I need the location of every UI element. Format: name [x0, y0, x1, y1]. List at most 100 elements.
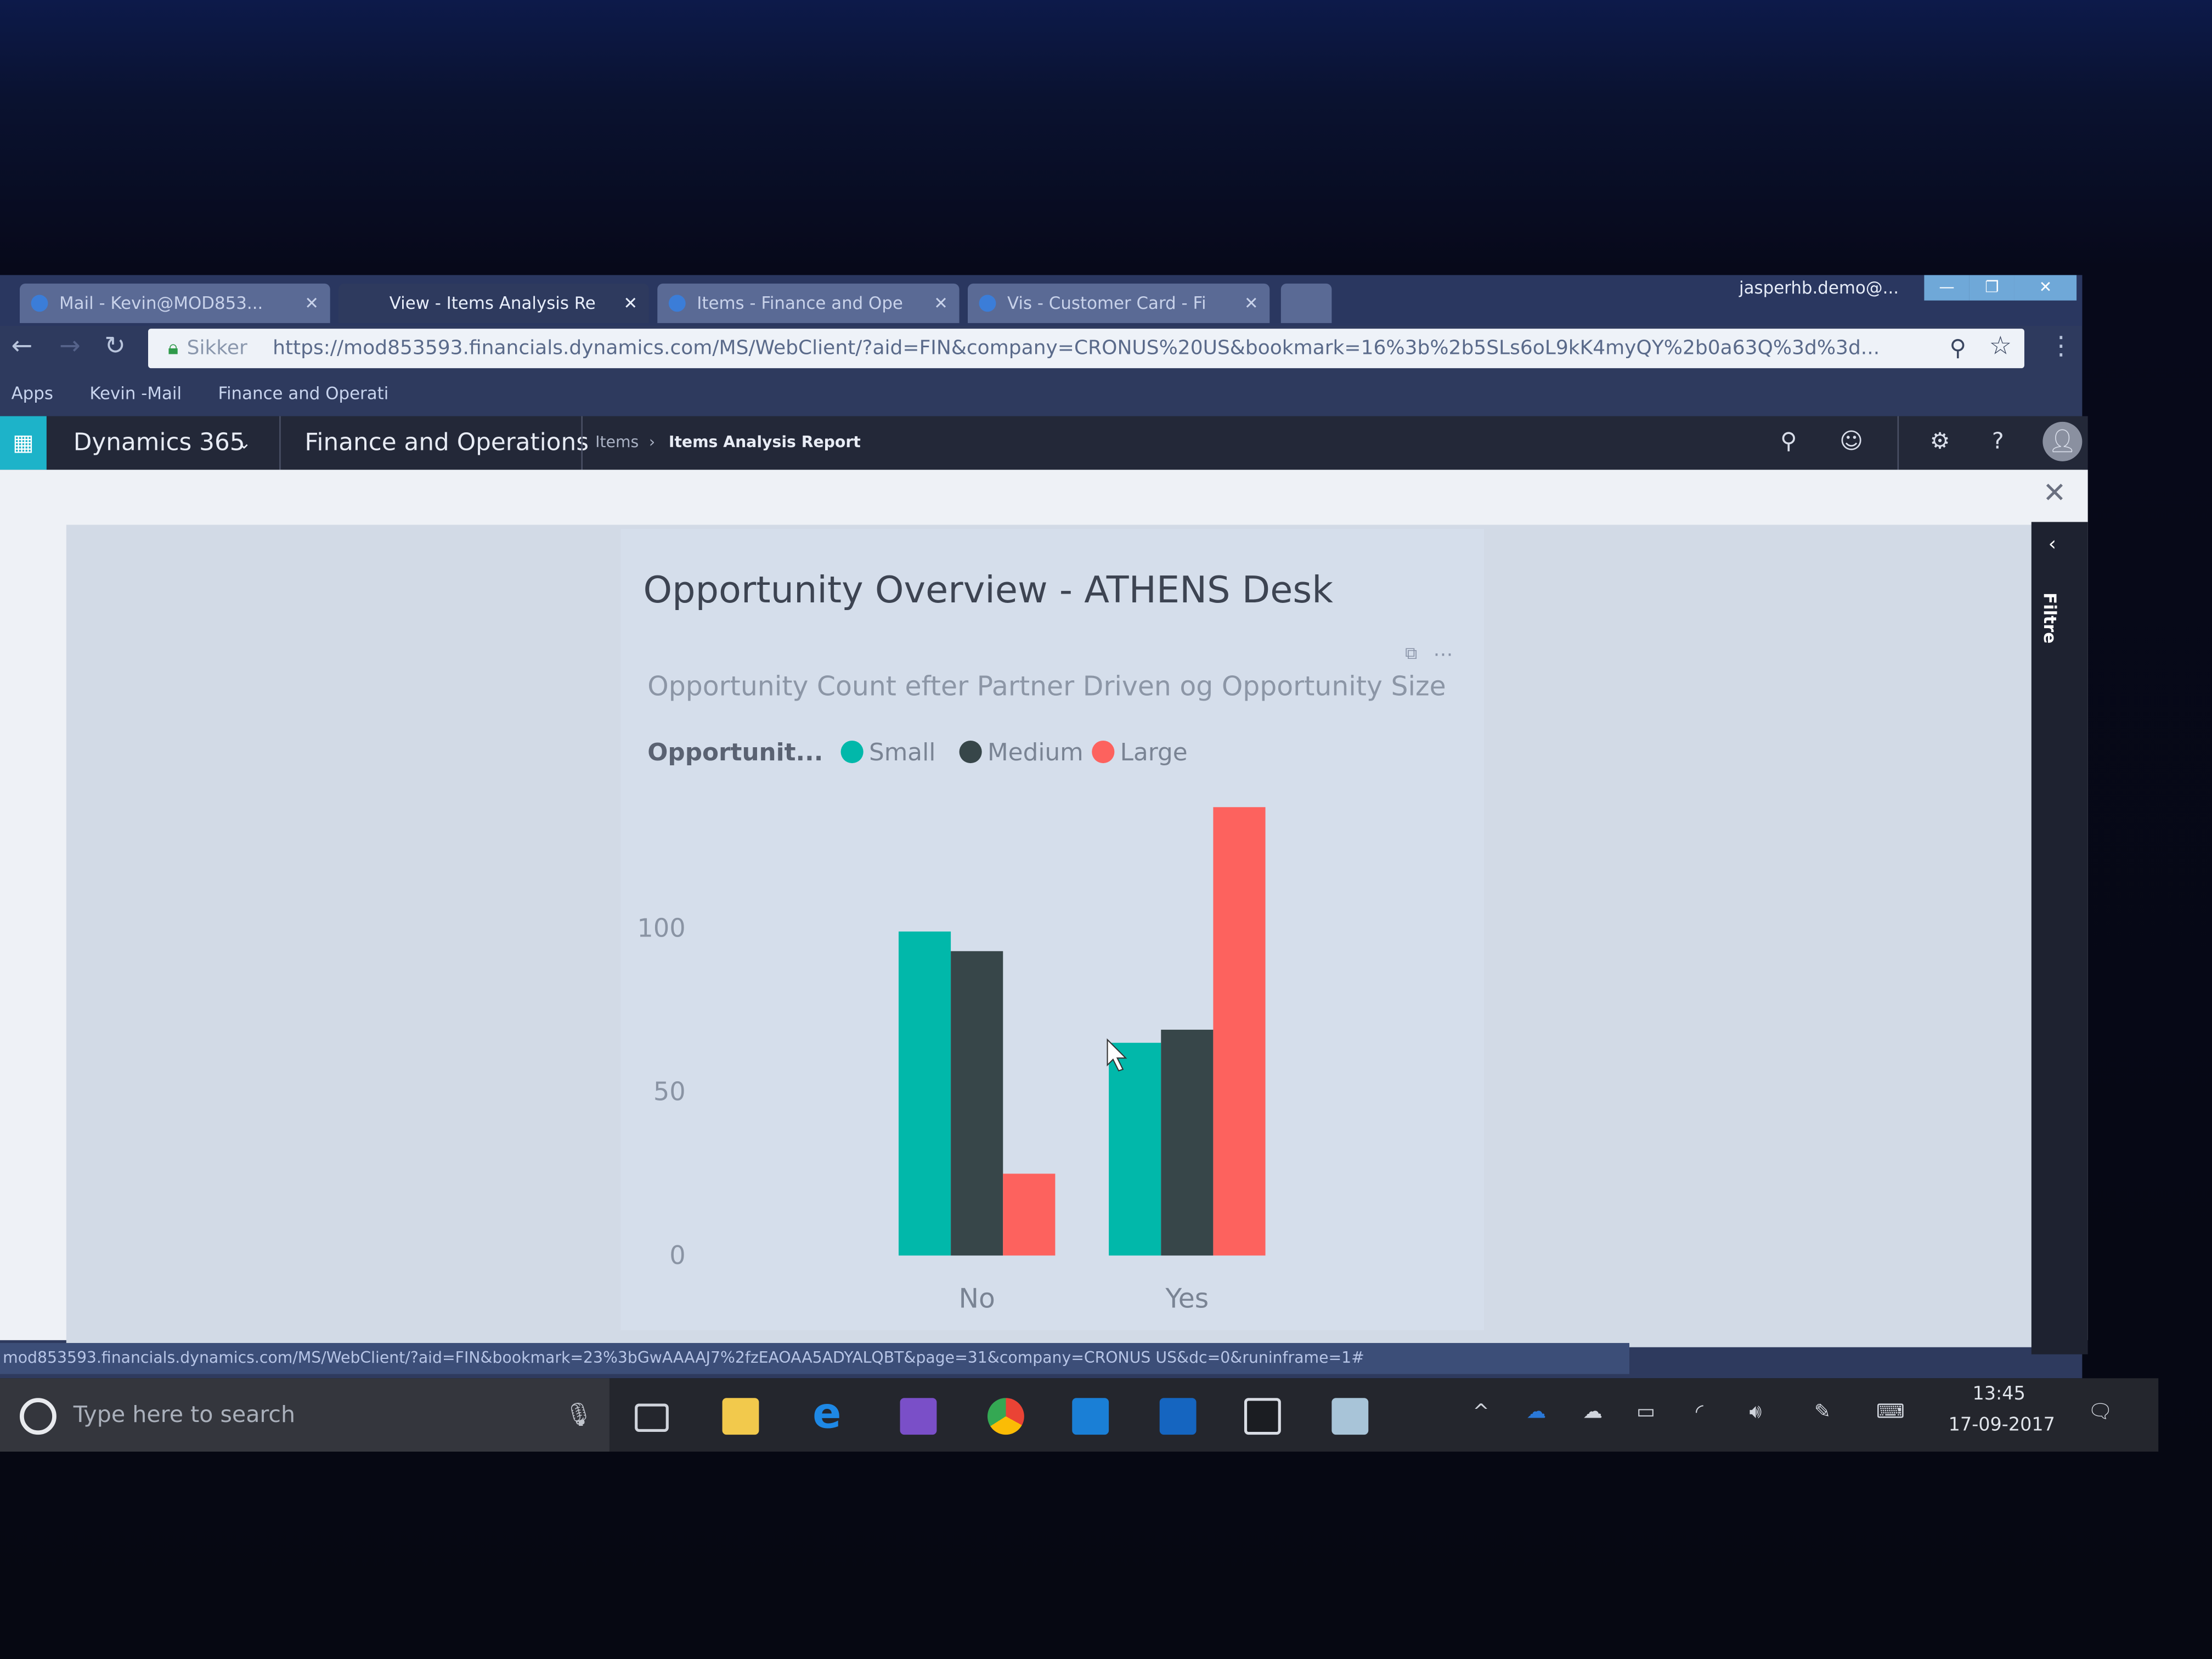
- close-tab-icon[interactable]: ✕: [623, 284, 637, 323]
- filter-pane[interactable]: ‹ Filtre: [2031, 522, 2088, 1355]
- reload-icon[interactable]: ↻: [104, 331, 126, 361]
- tab-mail[interactable]: Mail - Kevin@MOD853... ✕: [19, 283, 330, 323]
- outlook-icon: [31, 295, 48, 312]
- status-url: mod853593.financials.dynamics.com/MS/Web…: [0, 1342, 1629, 1374]
- legend-marker-large: [1092, 740, 1115, 764]
- bars: [898, 807, 1266, 1256]
- microphone-icon[interactable]: 🎙︎: [565, 1378, 593, 1452]
- close-tab-icon[interactable]: ✕: [934, 284, 948, 323]
- taskbar-search[interactable]: Type here to search 🎙︎: [0, 1378, 610, 1452]
- bar-yes-large: [1213, 807, 1266, 1256]
- zoom-icon[interactable]: ⚲: [1950, 334, 1966, 361]
- search-placeholder: Type here to search: [73, 1401, 296, 1428]
- d365-icon: [668, 295, 686, 312]
- search-icon[interactable]: ⚲: [1780, 427, 1797, 454]
- module-name[interactable]: Finance and Operations: [304, 416, 589, 470]
- y-tick-label: 50: [653, 1077, 686, 1107]
- security-label: Sikker: [187, 337, 247, 360]
- star-icon[interactable]: ☆: [1989, 331, 2012, 361]
- bar-no-small: [898, 931, 951, 1256]
- tab-label: Mail - Kevin@MOD853...: [59, 293, 263, 313]
- bookmarks-bar: Apps Kevin -Mail Finance and Operati: [0, 374, 2082, 413]
- onedrive-icon[interactable]: ☁: [1526, 1401, 1546, 1423]
- close-tab-icon[interactable]: ✕: [1244, 284, 1259, 323]
- close-tab-icon[interactable]: ✕: [304, 284, 319, 323]
- chevron-up-icon[interactable]: ^: [1473, 1401, 1489, 1423]
- outlook-icon[interactable]: [1159, 1398, 1197, 1435]
- file-explorer-icon[interactable]: [722, 1398, 759, 1435]
- report-visual: Opportunity Overview - ATHENS Desk ⧉ … O…: [620, 529, 1485, 1330]
- tab-label: View - Items Analysis Re: [389, 293, 596, 313]
- bookmark-apps[interactable]: Apps: [12, 383, 53, 403]
- new-tab-button[interactable]: [1280, 283, 1332, 323]
- menu-icon[interactable]: ⋮: [2049, 331, 2074, 361]
- task-view-icon[interactable]: [635, 1403, 669, 1432]
- maximize-button[interactable]: ❐: [1969, 275, 2015, 301]
- report-title: Opportunity Overview - ATHENS Desk: [644, 568, 1334, 611]
- tab-items-analysis[interactable]: View - Items Analysis Re ✕: [338, 283, 649, 323]
- clock-time[interactable]: 13:45: [1950, 1384, 2049, 1406]
- forward-icon[interactable]: →: [59, 331, 81, 361]
- bookmark-finance[interactable]: Finance and Operati: [218, 383, 388, 403]
- url-text: https://mod853593.financials.dynamics.co…: [273, 337, 1880, 360]
- profile-name[interactable]: jasperhb.demo@...: [1739, 278, 1899, 298]
- vscode-icon[interactable]: [1072, 1398, 1109, 1435]
- pen-icon[interactable]: ✎: [1814, 1401, 1831, 1423]
- edge-icon[interactable]: e: [812, 1393, 849, 1435]
- bar-yes-small: [1109, 1042, 1161, 1256]
- wifi-icon[interactable]: ◜: [1696, 1401, 1703, 1423]
- tab-label: Items - Finance and Ope: [697, 293, 903, 313]
- chevron-left-icon[interactable]: ‹: [2049, 533, 2056, 556]
- feedback-icon[interactable]: ☺: [1839, 427, 1863, 454]
- back-icon[interactable]: ←: [12, 331, 33, 361]
- minimize-button[interactable]: —: [1924, 275, 1970, 301]
- notifications-icon[interactable]: 🗨︎: [2088, 1401, 2113, 1423]
- d365-navbar: ▦ Dynamics 365 ⌄ Finance and Operations …: [0, 416, 2088, 470]
- bar-chart: Opportunity Overview - ATHENS Desk ⧉ … O…: [637, 568, 1453, 1314]
- bar-yes-medium: [1161, 1029, 1214, 1256]
- x-tick-label: No: [958, 1283, 995, 1314]
- x-axis: No Yes: [958, 1283, 1209, 1314]
- keyboard-icon[interactable]: ⌨: [1876, 1401, 1905, 1423]
- close-icon[interactable]: ✕: [2042, 476, 2066, 510]
- close-window-button[interactable]: ✕: [2014, 275, 2077, 301]
- visual-studio-icon[interactable]: [900, 1398, 937, 1435]
- gear-icon[interactable]: ⚙: [1930, 427, 1950, 454]
- tab-items[interactable]: Items - Finance and Ope ✕: [657, 283, 960, 323]
- breadcrumb-items[interactable]: Items: [595, 416, 639, 470]
- legend-label-small: Small: [869, 738, 935, 766]
- avatar[interactable]: 👤︎: [2042, 421, 2083, 461]
- product-name[interactable]: Dynamics 365: [74, 416, 245, 470]
- x-tick-label: Yes: [1165, 1283, 1209, 1314]
- legend-label-medium: Medium: [988, 738, 1084, 766]
- terminal-icon[interactable]: [1244, 1398, 1281, 1435]
- focus-mode-icon[interactable]: ⧉: [1405, 644, 1417, 663]
- breadcrumb-current: Items Analysis Report: [668, 433, 861, 452]
- tab-label: Vis - Customer Card - Fi: [1007, 293, 1206, 313]
- battery-icon[interactable]: ▭: [1637, 1401, 1655, 1423]
- screen: Mail - Kevin@MOD853... ✕ View - Items Ana…: [0, 0, 2212, 1659]
- legend: Small Medium Large: [840, 738, 1188, 766]
- tab-bar: Mail - Kevin@MOD853... ✕ View - Items Ana…: [0, 275, 2083, 326]
- lock-icon: 🔒︎: [167, 337, 179, 360]
- tab-customer-card[interactable]: Vis - Customer Card - Fi ✕: [967, 283, 1270, 323]
- help-icon[interactable]: ?: [1992, 427, 2004, 454]
- y-tick-label: 100: [637, 913, 685, 943]
- cortana-icon: [19, 1398, 57, 1435]
- volume-icon[interactable]: 🔊︎: [1750, 1401, 1762, 1423]
- divider: [1897, 416, 1899, 470]
- address-bar[interactable]: 🔒︎ Sikker https://mod853593.financials.dyn…: [148, 329, 2024, 369]
- app-launcher-icon[interactable]: ▦: [0, 416, 47, 470]
- chevron-down-icon[interactable]: ⌄: [237, 416, 251, 470]
- remote-desktop-icon[interactable]: [1331, 1398, 1369, 1435]
- more-options-icon[interactable]: …: [1434, 639, 1453, 661]
- legend-marker-medium: [959, 740, 982, 764]
- chevron-right-icon: ›: [648, 433, 656, 452]
- cloud-icon[interactable]: ☁: [1583, 1401, 1602, 1423]
- chrome-icon[interactable]: [987, 1398, 1024, 1435]
- bookmark-kevin-mail[interactable]: Kevin -Mail: [89, 383, 182, 403]
- divider: [581, 416, 583, 470]
- d365-icon: [979, 295, 996, 312]
- y-tick-label: 0: [669, 1240, 685, 1270]
- clock-date[interactable]: 17-09-2017: [1941, 1415, 2062, 1436]
